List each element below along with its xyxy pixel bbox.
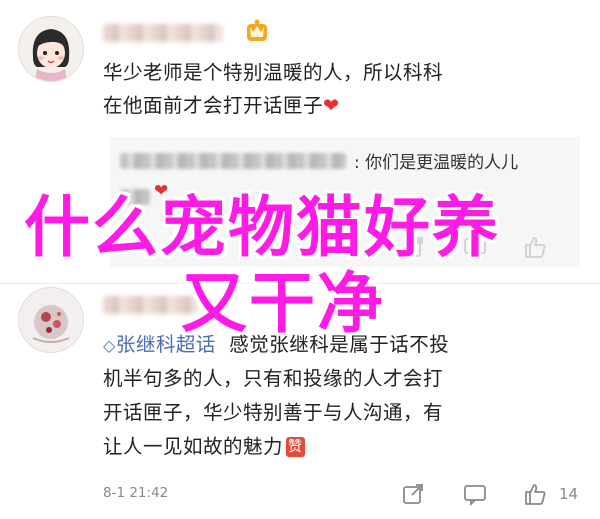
comment-text: 在他面前才会打开话匣子 bbox=[103, 94, 324, 117]
crown-badge-icon bbox=[247, 19, 267, 41]
like-thumb-icon[interactable] bbox=[522, 481, 548, 507]
comment-text-line: 在他面前才会打开话匣子❤ bbox=[103, 91, 340, 121]
comment-text-line: 让人一见如故的魅力赞 bbox=[103, 432, 305, 462]
avatar[interactable] bbox=[18, 287, 84, 353]
overlay-title-line1: 什么宠物猫好养 bbox=[24, 189, 500, 266]
like-thumb-icon[interactable] bbox=[522, 234, 548, 260]
heart-emoji-icon: ❤ bbox=[323, 94, 340, 117]
username-blurred[interactable] bbox=[103, 24, 223, 42]
share-icon[interactable] bbox=[400, 481, 426, 507]
reply-preview-text: : 你们是更温暖的人儿 bbox=[354, 153, 519, 173]
reply-username-blurred bbox=[120, 153, 346, 169]
comment-text-line: 开话匣子，华少特别善于与人沟通，有 bbox=[103, 401, 444, 424]
comment-text: 让人一见如故的魅力 bbox=[103, 435, 284, 458]
timestamp: 8-1 21:42 bbox=[103, 485, 169, 501]
comment-text-line: 华少老师是个特别温暖的人，所以科科 bbox=[103, 61, 444, 84]
like-count: 14 bbox=[559, 485, 579, 503]
reply-comment-icon[interactable] bbox=[462, 481, 488, 507]
avatar[interactable] bbox=[18, 16, 84, 82]
zan-emoji-icon: 赞 bbox=[286, 437, 305, 457]
cartoon-girl-avatar-icon bbox=[19, 17, 83, 81]
overlay-title-line2: 又干净 bbox=[181, 265, 385, 342]
comment-text-line: 机半句多的人，只有和投缘的人才会打 bbox=[103, 367, 444, 390]
diamond-icon: ◇ bbox=[103, 336, 116, 355]
ink-splash-avatar-icon bbox=[19, 288, 83, 352]
